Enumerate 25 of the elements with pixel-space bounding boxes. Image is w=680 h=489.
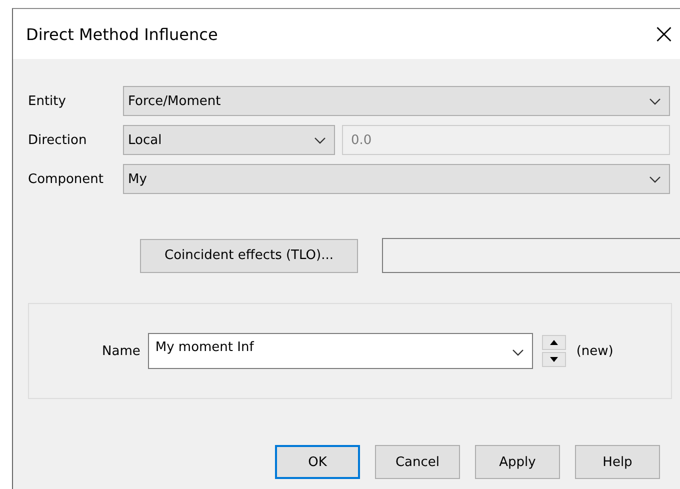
dialog-button[interactable]: Cancel (375, 445, 460, 479)
down-triangle-icon (550, 357, 558, 362)
name-dropdown[interactable]: My moment Inf (148, 333, 534, 369)
dialog-button[interactable]: OK (275, 445, 360, 479)
coincident-effects-button[interactable]: Coincident effects (TLO)... (140, 238, 358, 272)
dialog-button[interactable]: Help (575, 445, 660, 479)
input-field[interactable] (382, 238, 680, 273)
chevron-icon (512, 349, 524, 356)
dialog-button[interactable]: Apply (475, 445, 560, 479)
up-triangle-icon (550, 340, 558, 345)
status-text: (new) (576, 344, 614, 358)
chevron-icon (649, 98, 661, 104)
chevron-icon (649, 176, 661, 182)
dropdown[interactable]: Local (123, 125, 335, 155)
name-label: Name (102, 344, 140, 358)
spin-up-button[interactable] (542, 335, 566, 350)
field-label: Entity (28, 94, 67, 108)
field-label: Direction (28, 132, 88, 148)
window-title: Direct Method Influence (26, 24, 218, 44)
close-button[interactable]: × (649, 20, 679, 48)
spin-down-button[interactable] (542, 352, 566, 367)
dropdown[interactable]: Force/Moment (123, 86, 670, 116)
dropdown[interactable]: My (123, 164, 670, 194)
chevron-icon (314, 136, 326, 144)
field-label: Component (28, 172, 104, 186)
